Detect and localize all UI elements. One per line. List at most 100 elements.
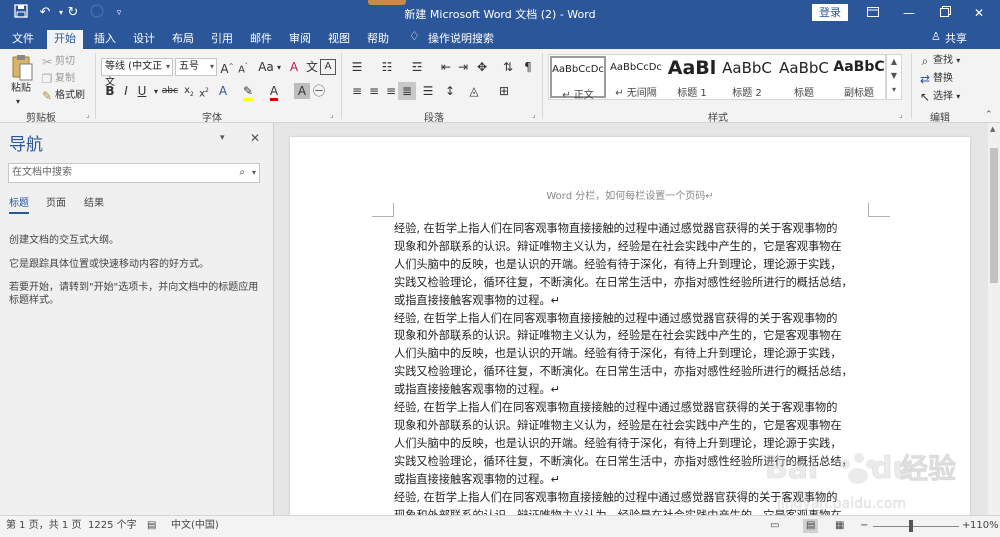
restore-icon[interactable]	[932, 3, 958, 23]
char-border-icon[interactable]: A	[320, 59, 336, 75]
tab-layout[interactable]: 布局	[166, 30, 200, 49]
styles-launcher-icon[interactable]: ⌟	[899, 110, 903, 119]
strikethrough-icon[interactable]: abc	[160, 83, 180, 99]
minimize-icon[interactable]: —	[896, 3, 922, 23]
close-icon[interactable]: ✕	[250, 131, 260, 145]
align-right-icon[interactable]: ≡	[383, 83, 399, 99]
superscript-icon[interactable]: x2	[196, 83, 212, 99]
subscript-icon[interactable]: x2	[181, 83, 197, 99]
find-button[interactable]: 查找 ▾	[933, 54, 960, 68]
web-layout-icon[interactable]: ▦	[835, 519, 844, 533]
gallery-more-icon[interactable]: ▾	[887, 83, 901, 97]
style-title[interactable]: AaBbC 标题	[776, 56, 832, 99]
nav-tab-results[interactable]: 结果	[84, 194, 104, 209]
style-normal[interactable]: AaBbCcDc ↵ 正文	[550, 56, 606, 101]
tab-help[interactable]: 帮助	[361, 30, 395, 49]
page-count[interactable]: 第 1 页，共 1 页	[6, 519, 81, 533]
chinese-layout-icon[interactable]: ✥	[474, 59, 490, 75]
line-spacing-icon[interactable]: ↕	[442, 83, 458, 99]
cut-button[interactable]: 剪切	[55, 55, 75, 69]
style-heading-1[interactable]: AaBl 标题 1	[666, 56, 718, 99]
replace-button[interactable]: 替换	[933, 72, 953, 86]
font-name-combo[interactable]: 等线 (中文正文 ▾	[101, 58, 173, 88]
collapse-ribbon-icon[interactable]: ⌃	[985, 110, 993, 120]
vertical-scrollbar[interactable]: ▲	[988, 123, 1000, 515]
read-mode-icon[interactable]: ▭	[770, 519, 779, 533]
italic-icon[interactable]: I	[118, 83, 134, 99]
decrease-indent-icon[interactable]: ⇤	[438, 59, 454, 75]
search-input[interactable]: 在文档中搜索 ⌕ ▾	[8, 163, 260, 183]
sort-icon[interactable]: ⇅	[500, 59, 516, 75]
chevron-down-icon[interactable]: ▾	[252, 164, 256, 182]
print-layout-icon[interactable]: ▤	[803, 519, 819, 533]
paragraph-launcher-icon[interactable]: ⌟	[532, 110, 536, 119]
proofing-icon[interactable]: ▤	[147, 519, 156, 533]
format-painter-button[interactable]: 格式刷	[55, 89, 85, 103]
highlight-icon[interactable]: ✎	[240, 83, 256, 101]
zoom-slider[interactable]	[873, 526, 959, 527]
font-launcher-icon[interactable]: ⌟	[330, 110, 334, 119]
font-size-combo[interactable]: 五号 ▾	[175, 58, 217, 76]
shading-icon[interactable]: ◬	[466, 83, 482, 99]
chevron-down-icon[interactable]: ▾	[271, 60, 287, 76]
paragraph[interactable]: 经验, 在哲学上指人们在同客观事物直接接触的过程中通过感觉器官获得的关于客观事物…	[394, 310, 870, 400]
clear-formatting-icon[interactable]: A	[286, 59, 302, 75]
show-marks-icon[interactable]: ¶	[520, 59, 536, 75]
share-button[interactable]: 共享	[945, 30, 967, 47]
nav-options-icon[interactable]: ▾	[220, 133, 225, 143]
style-subtitle[interactable]: AaBbC 副标题	[832, 56, 886, 99]
distributed-icon[interactable]: ☰	[420, 83, 436, 99]
zoom-out-icon[interactable]: −	[860, 519, 868, 533]
align-center-icon[interactable]: ≡	[366, 83, 382, 99]
word-count[interactable]: 1225 个字	[88, 519, 137, 533]
gallery-down-icon[interactable]: ▼	[887, 69, 901, 83]
tab-design[interactable]: 设计	[127, 30, 161, 49]
select-button[interactable]: 选择 ▾	[933, 90, 960, 104]
gallery-scroll[interactable]: ▲ ▼ ▾	[886, 54, 902, 100]
nav-tab-headings[interactable]: 标题	[9, 194, 29, 214]
font-color-icon[interactable]: A	[266, 83, 282, 101]
login-button[interactable]: 登录	[812, 4, 848, 21]
copy-button[interactable]: 复制	[55, 72, 75, 86]
clipboard-launcher-icon[interactable]: ⌟	[86, 110, 90, 119]
char-shading-icon[interactable]: A	[294, 83, 310, 99]
style-heading-2[interactable]: AaBbC 标题 2	[719, 56, 775, 99]
scroll-thumb[interactable]	[990, 148, 998, 283]
paste-dropdown-icon[interactable]: ▾	[16, 95, 20, 109]
align-left-icon[interactable]: ≡	[349, 83, 365, 99]
language-indicator[interactable]: 中文(中国)	[171, 519, 219, 533]
tab-mailings[interactable]: 邮件	[244, 30, 278, 49]
phonetic-guide-icon[interactable]: 文	[304, 59, 320, 75]
tab-file[interactable]: 文件	[6, 30, 40, 49]
page-header[interactable]: Word 分栏，如何每栏设置一个页码↵	[290, 187, 970, 202]
close-icon[interactable]: ✕	[966, 3, 992, 23]
bold-icon[interactable]: B	[102, 83, 118, 99]
justify-icon[interactable]: ≣	[398, 82, 416, 100]
gallery-up-icon[interactable]: ▲	[887, 55, 901, 69]
shrink-font-icon[interactable]: Aˇ	[235, 59, 251, 75]
increase-indent-icon[interactable]: ⇥	[455, 59, 471, 75]
tab-insert[interactable]: 插入	[88, 30, 122, 49]
grow-font-icon[interactable]: A^	[219, 59, 235, 76]
multilevel-list-icon[interactable]: ☲	[409, 59, 425, 75]
enclose-char-icon[interactable]: ㊀	[311, 83, 327, 99]
borders-icon[interactable]: ⊞	[496, 83, 512, 99]
ribbon-display-icon[interactable]	[860, 3, 886, 23]
tab-home[interactable]: 开始	[47, 30, 83, 49]
paragraph[interactable]: 经验, 在哲学上指人们在同客观事物直接接触的过程中通过感觉器官获得的关于客观事物…	[394, 220, 870, 310]
zoom-slider-thumb[interactable]	[909, 520, 913, 532]
text-effects-icon[interactable]: A	[215, 83, 231, 99]
numbering-icon[interactable]: ☷	[379, 59, 395, 75]
scroll-up-icon[interactable]: ▲	[990, 125, 995, 133]
search-icon[interactable]: ⌕	[239, 164, 245, 182]
style-no-spacing[interactable]: AaBbCcDc ↵ 无间隔	[608, 56, 664, 99]
nav-tab-pages[interactable]: 页面	[46, 194, 66, 209]
zoom-level[interactable]: 110%	[970, 519, 999, 533]
tab-review[interactable]: 审阅	[283, 30, 317, 49]
bullets-icon[interactable]: ☰	[349, 59, 365, 75]
tab-view[interactable]: 视图	[322, 30, 356, 49]
tab-references[interactable]: 引用	[205, 30, 239, 49]
tell-me-search[interactable]: 操作说明搜索	[428, 30, 494, 47]
paste-icon[interactable]	[10, 54, 34, 82]
paste-button[interactable]: 粘贴	[11, 82, 31, 96]
